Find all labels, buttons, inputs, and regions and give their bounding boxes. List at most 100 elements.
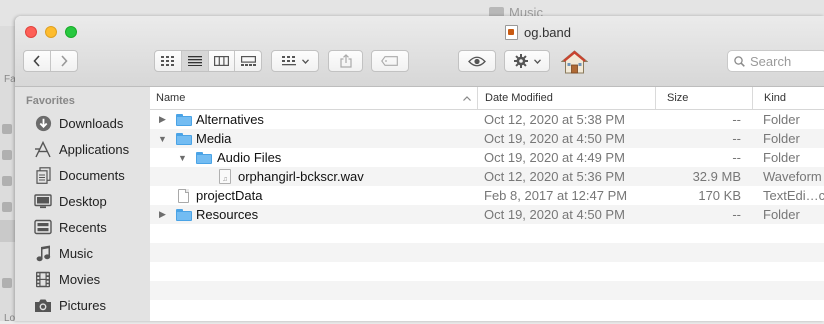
sort-ascending-icon	[463, 96, 471, 101]
column-header-size[interactable]: Size	[655, 87, 752, 109]
group-by-button[interactable]	[271, 50, 319, 72]
sidebar-item-recents[interactable]: Recents	[15, 214, 150, 240]
chevron-right-icon	[61, 55, 68, 67]
column-header-kind[interactable]: Kind	[752, 87, 824, 109]
folder-icon	[176, 129, 192, 148]
sidebar-item-downloads[interactable]: Downloads	[15, 110, 150, 136]
close-button[interactable]	[25, 26, 37, 38]
search-icon	[734, 55, 745, 67]
background-sidebar-footer: Lo	[4, 313, 16, 324]
background-item-icon	[2, 124, 12, 134]
gallery-view-icon	[240, 56, 256, 66]
row-date-modified: Feb 8, 2017 at 12:47 PM	[484, 188, 628, 203]
row-name: Media	[196, 131, 232, 146]
eye-icon	[468, 56, 486, 66]
row-size: --	[732, 150, 741, 165]
icon-view-button[interactable]	[155, 51, 181, 71]
table-row[interactable]: ♫ orphangirl-bckscr.wav Oct 12, 2020 at …	[150, 167, 824, 186]
chevron-down-icon	[301, 58, 309, 64]
toolbar: og.band	[15, 16, 824, 87]
sidebar-item-label: Pictures	[59, 297, 106, 313]
chevron-left-icon	[33, 55, 40, 67]
sidebar-item-desktop[interactable]: Desktop	[15, 188, 150, 214]
chevron-down-icon	[533, 58, 541, 64]
music-icon	[34, 244, 52, 262]
sidebar-item-label: Movies	[59, 271, 101, 287]
disclosure-triangle-collapsed[interactable]: ▶	[158, 110, 167, 129]
column-header-date-modified[interactable]: Date Modified	[477, 87, 655, 109]
row-kind: Folder	[763, 150, 800, 165]
column-header-name[interactable]: Name	[150, 87, 477, 109]
sidebar: Favorites Downloads Applications Documen…	[15, 87, 151, 321]
navigation-buttons	[23, 50, 78, 72]
share-button[interactable]	[328, 50, 363, 72]
disclosure-triangle-collapsed[interactable]: ▶	[158, 205, 167, 224]
home-icon[interactable]	[561, 50, 588, 74]
disclosure-triangle-expanded[interactable]: ▼	[178, 148, 187, 167]
table-row[interactable]: ▶ Alternatives Oct 12, 2020 at 5:38 PM -…	[150, 110, 824, 129]
column-view-button[interactable]	[207, 51, 235, 71]
disclosure-triangle-expanded[interactable]: ▼	[158, 129, 167, 148]
row-kind: Folder	[763, 131, 800, 146]
garageband-document-icon	[505, 25, 518, 40]
row-name: orphangirl-bckscr.wav	[238, 169, 364, 184]
sidebar-item-movies[interactable]: Movies	[15, 266, 150, 292]
pictures-icon	[34, 296, 52, 314]
group-icon	[281, 56, 296, 66]
row-name: Audio Files	[217, 150, 282, 165]
sidebar-item-documents[interactable]: Documents	[15, 162, 150, 188]
documents-icon	[34, 166, 52, 184]
sidebar-item-music[interactable]: Music	[15, 240, 150, 266]
gallery-view-button[interactable]	[234, 51, 261, 71]
table-row[interactable]: ▶ Resources Oct 19, 2020 at 4:50 PM -- F…	[150, 205, 824, 224]
search-field[interactable]	[727, 50, 824, 72]
list-view-button[interactable]	[181, 51, 208, 71]
empty-row	[150, 243, 824, 262]
icon-view-icon	[161, 56, 175, 66]
sidebar-item-applications[interactable]: Applications	[15, 136, 150, 162]
sidebar-section-favorites: Favorites	[26, 95, 75, 107]
row-date-modified: Oct 12, 2020 at 5:36 PM	[484, 169, 625, 184]
gear-icon	[513, 54, 528, 68]
column-view-icon	[214, 56, 230, 66]
desktop-icon	[34, 192, 52, 210]
background-item-icon	[2, 176, 12, 186]
background-item-icon	[2, 202, 12, 212]
row-kind: Folder	[763, 112, 800, 127]
table-row[interactable]: projectData Feb 8, 2017 at 12:47 PM 170 …	[150, 186, 824, 205]
quick-look-button[interactable]	[458, 50, 496, 72]
minimize-button[interactable]	[45, 26, 57, 38]
row-name: Resources	[196, 207, 259, 222]
row-size: --	[732, 131, 741, 146]
table-row[interactable]: ▼ Audio Files Oct 19, 2020 at 4:49 PM --…	[150, 148, 824, 167]
folder-icon	[176, 205, 192, 224]
row-date-modified: Oct 19, 2020 at 4:49 PM	[484, 150, 625, 165]
action-menu-button[interactable]	[504, 50, 550, 72]
row-size: --	[732, 112, 741, 127]
row-date-modified: Oct 19, 2020 at 4:50 PM	[484, 207, 625, 222]
share-icon	[339, 54, 352, 68]
zoom-button[interactable]	[65, 26, 77, 38]
search-input[interactable]	[750, 53, 820, 69]
tags-button[interactable]	[371, 50, 409, 72]
row-size: --	[732, 207, 741, 222]
row-kind: Folder	[763, 207, 800, 222]
finder-window: og.band Search Favorites Downloads Appli…	[15, 16, 824, 321]
folder-icon	[196, 148, 212, 167]
row-date-modified: Oct 19, 2020 at 4:50 PM	[484, 131, 625, 146]
sidebar-item-label: Music	[59, 245, 93, 261]
background-sidebar-heading: Fa	[4, 74, 16, 85]
file-list: Name Date Modified Size Kind ▶ Alternati…	[150, 87, 824, 321]
view-mode-selector	[154, 50, 262, 72]
empty-row	[150, 224, 824, 243]
back-button[interactable]	[24, 51, 50, 71]
sidebar-item-pictures[interactable]: Pictures	[15, 292, 150, 318]
empty-row	[150, 300, 824, 319]
table-row[interactable]: ▼ Media Oct 19, 2020 at 4:50 PM -- Folde…	[150, 129, 824, 148]
forward-button[interactable]	[50, 51, 77, 71]
background-sidebar: Fa Lo	[0, 26, 16, 324]
tag-icon	[381, 56, 398, 66]
background-item-icon	[2, 278, 12, 288]
empty-row	[150, 281, 824, 300]
list-view-icon	[188, 56, 203, 66]
